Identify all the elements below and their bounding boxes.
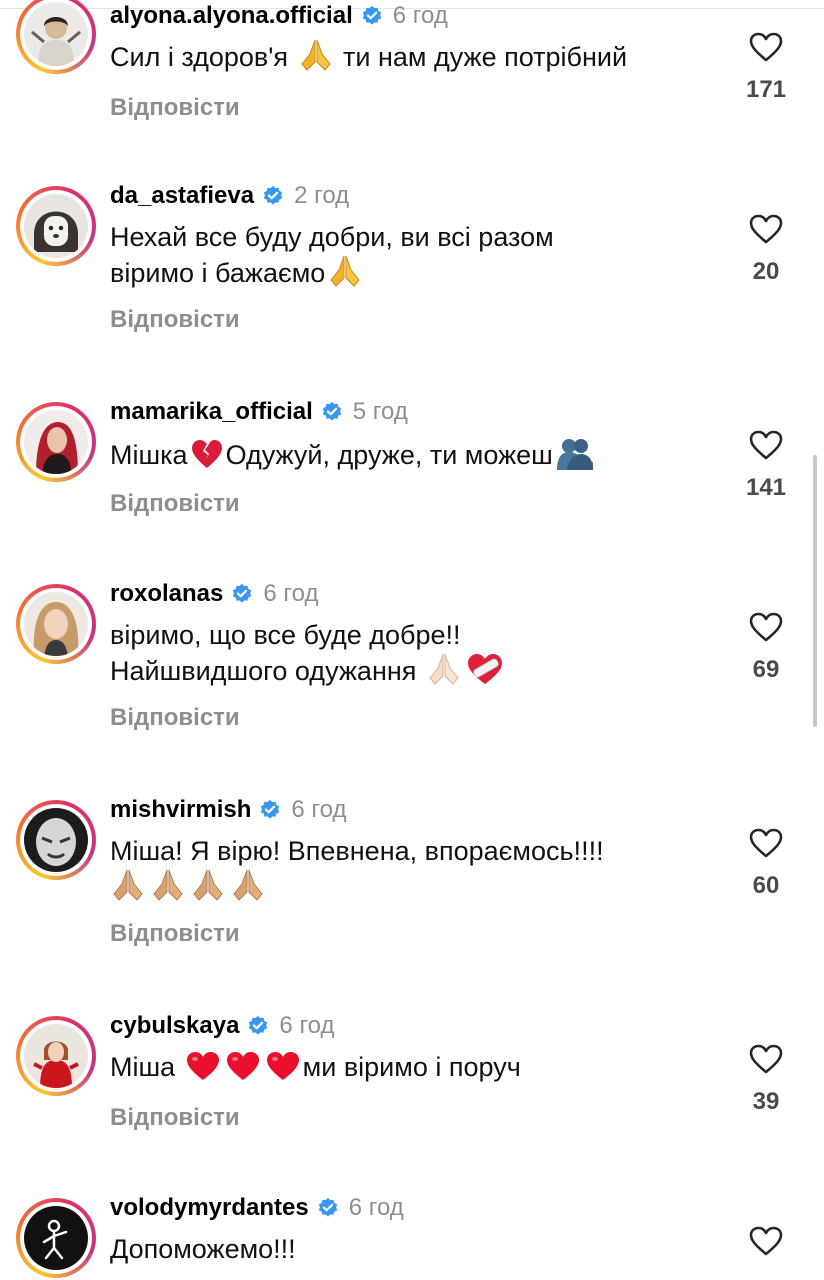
avatar-image: [24, 194, 88, 258]
verified-badge-icon: [263, 185, 283, 205]
reply-button[interactable]: Відповісти: [110, 920, 240, 948]
timestamp: 6 год: [263, 580, 319, 607]
username[interactable]: da_astafieva: [110, 182, 254, 210]
avatar[interactable]: [16, 0, 96, 74]
reply-button[interactable]: Відповісти: [110, 1104, 240, 1132]
like-button[interactable]: 60: [738, 828, 794, 900]
comment-text: Нехай все буду добри, ви всі разом вірим…: [110, 222, 554, 288]
heart-icon[interactable]: [749, 612, 783, 642]
comment-header: cybulskaya 6 год: [110, 1010, 335, 1042]
broken-heart-emoji: [191, 440, 222, 468]
like-count: 39: [752, 1088, 780, 1115]
verified-badge-icon: [249, 1015, 268, 1035]
verified-badge-icon: [318, 1197, 337, 1217]
verified-badge-icon: [322, 401, 341, 421]
username[interactable]: mishvirmish: [110, 796, 251, 824]
avatar[interactable]: [16, 1198, 96, 1278]
like-count: 69: [752, 656, 780, 683]
avatar[interactable]: [16, 584, 96, 664]
timestamp: 6 год: [392, 2, 448, 29]
like-button[interactable]: 20: [738, 214, 794, 286]
comment-text: Сил і здоров'я ти нам дуже потрібний: [110, 38, 720, 74]
red-heart-emoji: [186, 1052, 219, 1080]
timestamp: 6 год: [279, 1012, 335, 1039]
timestamp: 2 год: [294, 182, 350, 209]
folded-hands-medium-emoji: [113, 869, 143, 901]
like-count: 171: [745, 76, 787, 103]
avatar-image: [24, 410, 88, 474]
comment-text: Допоможемо!!!: [110, 1234, 296, 1264]
comment-header: roxolanas 6 год: [110, 578, 318, 610]
red-heart-emoji: [266, 1052, 299, 1080]
avatar-image: [24, 1024, 88, 1088]
folded-hands-emoji: [300, 39, 331, 71]
avatar[interactable]: [16, 402, 96, 482]
like-button[interactable]: 39: [738, 1044, 794, 1116]
avatar-image: [24, 2, 88, 66]
reply-button[interactable]: Відповісти: [110, 94, 240, 122]
folded-hands-medium-emoji: [193, 869, 223, 901]
comment-header: mishvirmish 6 год: [110, 794, 346, 826]
username[interactable]: mamarika_official: [110, 398, 313, 426]
like-button[interactable]: [738, 1226, 794, 1256]
heart-icon[interactable]: [749, 430, 783, 460]
mending-heart-emoji: [467, 654, 502, 684]
avatar-image: [24, 592, 88, 656]
comment-text: Мішка Одужуй, друже, ти можеш: [110, 436, 720, 472]
people-hugging-emoji: [556, 439, 593, 470]
comment-text: Міша! Я вірю! Впевнена, впораємось!!!!: [110, 834, 720, 902]
like-button[interactable]: 171: [738, 32, 794, 104]
comment-header: da_astafieva 2 год: [110, 180, 349, 212]
heart-icon[interactable]: [749, 1044, 783, 1074]
like-count: 20: [752, 258, 780, 285]
folded-hands-medium-emoji: [153, 869, 183, 901]
heart-icon[interactable]: [749, 1226, 783, 1256]
like-count: 141: [745, 474, 787, 501]
avatar[interactable]: [16, 800, 96, 880]
like-count: 60: [752, 872, 780, 899]
heart-icon[interactable]: [749, 214, 783, 244]
verified-badge-icon: [261, 799, 280, 819]
avatar-image: [24, 808, 88, 872]
like-button[interactable]: 69: [738, 612, 794, 684]
red-heart-emoji: [226, 1052, 259, 1080]
username[interactable]: alyona.alyona.official: [110, 2, 353, 30]
verified-badge-icon: [362, 5, 381, 25]
folded-hands-light-emoji: [429, 653, 459, 685]
heart-icon[interactable]: [749, 828, 783, 858]
avatar[interactable]: [16, 1016, 96, 1096]
avatar[interactable]: [16, 186, 96, 266]
scrollbar[interactable]: [813, 455, 817, 727]
comments-list: alyona.alyona.official 6 год Сил і здоро…: [0, 0, 824, 1280]
reply-button[interactable]: Відповісти: [110, 490, 240, 518]
comment-header: mamarika_official 5 год: [110, 396, 408, 428]
reply-button[interactable]: Відповісти: [110, 306, 240, 334]
username[interactable]: cybulskaya: [110, 1012, 239, 1040]
username[interactable]: roxolanas: [110, 580, 223, 608]
folded-hands-emoji: [330, 255, 360, 287]
comment-header: volodymyrdantes 6 год: [110, 1192, 404, 1224]
username[interactable]: volodymyrdantes: [110, 1194, 309, 1222]
comment-text: Міша ми віримо і поруч: [110, 1052, 521, 1082]
avatar-image: [24, 1206, 88, 1270]
comment-text: віримо, що все буде добре!! Найшвидшого …: [110, 618, 720, 688]
verified-badge-icon: [233, 583, 252, 603]
comment-header: alyona.alyona.official 6 год: [110, 0, 448, 32]
timestamp: 6 год: [291, 796, 347, 823]
timestamp: 6 год: [348, 1194, 404, 1221]
timestamp: 5 год: [352, 398, 408, 425]
like-button[interactable]: 141: [738, 430, 794, 502]
folded-hands-medium-emoji: [233, 869, 263, 901]
heart-icon[interactable]: [749, 32, 783, 62]
reply-button[interactable]: Відповісти: [110, 704, 240, 732]
